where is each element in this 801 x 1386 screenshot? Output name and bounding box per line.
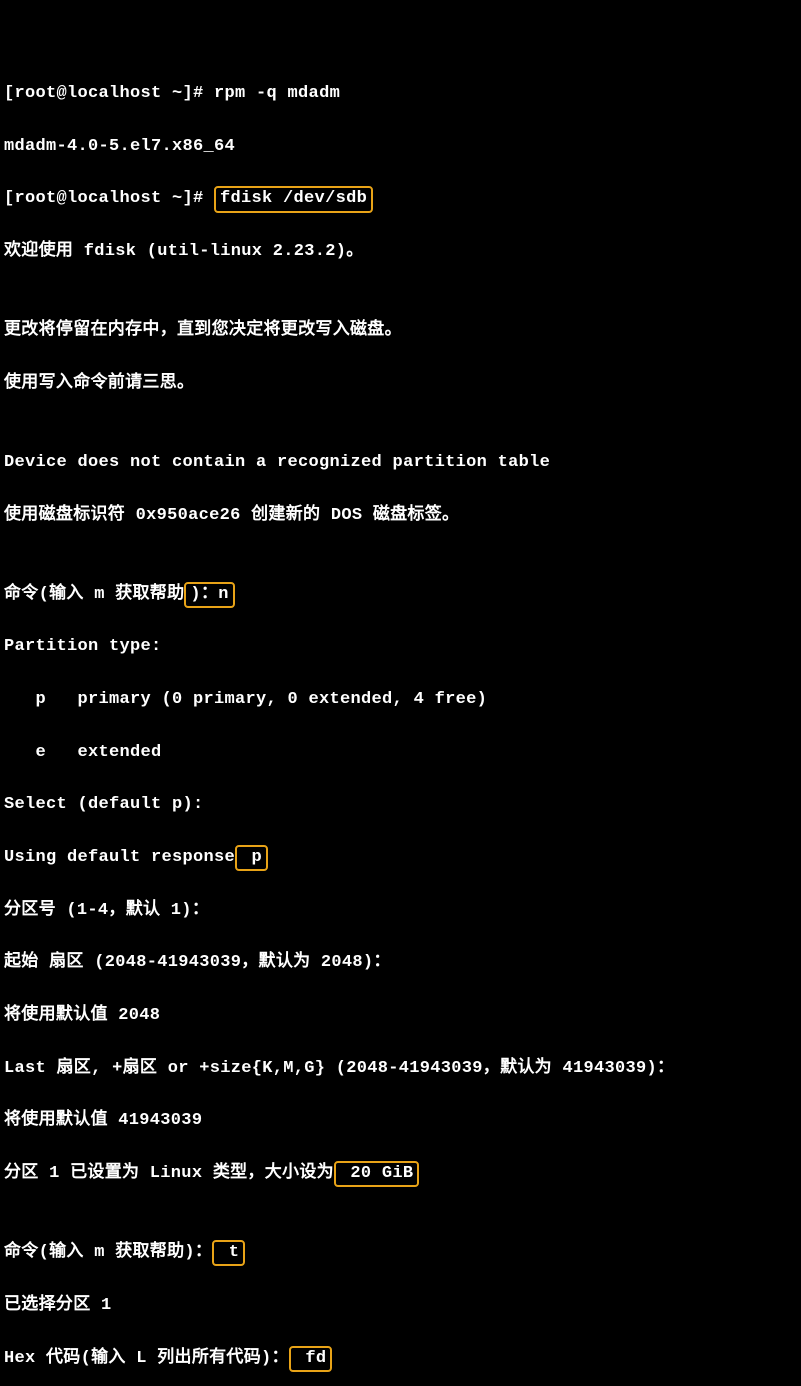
- last-sector[interactable]: Last 扇区, +扇区 or +size{K,M,G} (2048-41943…: [4, 1059, 674, 1078]
- terminal-line: Using default response p: [4, 845, 797, 871]
- prompt: [root@localhost ~]#: [4, 84, 214, 103]
- terminal-line: 命令(输入 m 获取帮助)：n: [4, 582, 797, 608]
- terminal-line: e extended: [4, 740, 797, 766]
- cmd-help-prefix: 命令(输入 m 获取帮助)：: [4, 1243, 212, 1262]
- highlight-response-p: p: [235, 845, 268, 871]
- selected-partition: 已选择分区 1: [4, 1296, 112, 1315]
- terminal-line: [root@localhost ~]# rpm -q mdadm: [4, 81, 797, 107]
- command-text: rpm -q mdadm: [214, 84, 340, 103]
- no-partition-table: Device does not contain a recognized par…: [4, 453, 550, 472]
- partition-type-label: Partition type:: [4, 637, 162, 656]
- fdisk-welcome: 欢迎使用 fdisk (util-linux 2.23.2)。: [4, 242, 364, 261]
- use-default-2048: 将使用默认值 2048: [4, 1006, 160, 1025]
- dos-label: 使用磁盘标识符 0x950ace26 创建新的 DOS 磁盘标签。: [4, 506, 459, 525]
- terminal-line: Last 扇区, +扇区 or +size{K,M,G} (2048-41943…: [4, 1056, 797, 1082]
- highlight-fdisk-cmd: fdisk /dev/sdb: [214, 186, 373, 212]
- terminal-line: Hex 代码(输入 L 列出所有代码)： fd: [4, 1346, 797, 1372]
- partition-set-prefix: 分区 1 已设置为 Linux 类型，大小设为: [4, 1164, 334, 1183]
- terminal-line: 起始 扇区 (2048-41943039，默认为 2048)：: [4, 950, 797, 976]
- terminal-line: 欢迎使用 fdisk (util-linux 2.23.2)。: [4, 239, 797, 265]
- use-default-last: 将使用默认值 41943039: [4, 1111, 202, 1130]
- terminal-line: 更改将停留在内存中，直到您决定将更改写入磁盘。: [4, 318, 797, 344]
- terminal-line: 已选择分区 1: [4, 1293, 797, 1319]
- terminal-line: Device does not contain a recognized par…: [4, 450, 797, 476]
- terminal-line: 将使用默认值 41943039: [4, 1108, 797, 1134]
- highlight-input-t[interactable]: t: [212, 1240, 245, 1266]
- select-prompt[interactable]: Select (default p):: [4, 795, 204, 814]
- terminal-line: [root@localhost ~]# fdisk /dev/sdb: [4, 186, 797, 212]
- terminal-line: 分区 1 已设置为 Linux 类型，大小设为 20 GiB: [4, 1161, 797, 1187]
- fdisk-warn1: 更改将停留在内存中，直到您决定将更改写入磁盘。: [4, 321, 402, 340]
- highlight-input-fd[interactable]: fd: [289, 1346, 333, 1372]
- terminal-line: Partition type:: [4, 634, 797, 660]
- using-default-prefix: Using default response: [4, 848, 235, 867]
- rpm-output: mdadm-4.0-5.el7.x86_64: [4, 137, 235, 156]
- cmd-help-prefix: 命令(输入 m 获取帮助: [4, 585, 184, 604]
- terminal-line: 使用磁盘标识符 0x950ace26 创建新的 DOS 磁盘标签。: [4, 503, 797, 529]
- fdisk-warn2: 使用写入命令前请三思。: [4, 374, 194, 393]
- highlight-size-20gib: 20 GiB: [334, 1161, 420, 1187]
- highlight-input-n[interactable]: )：n: [184, 582, 234, 608]
- terminal-line: p primary (0 primary, 0 extended, 4 free…: [4, 687, 797, 713]
- terminal-line: Select (default p):: [4, 792, 797, 818]
- terminal-line: 将使用默认值 2048: [4, 1003, 797, 1029]
- terminal-line: 命令(输入 m 获取帮助)： t: [4, 1240, 797, 1266]
- first-sector[interactable]: 起始 扇区 (2048-41943039，默认为 2048)：: [4, 953, 391, 972]
- terminal-line: mdadm-4.0-5.el7.x86_64: [4, 134, 797, 160]
- terminal-line: 使用写入命令前请三思。: [4, 371, 797, 397]
- hex-code-prefix: Hex 代码(输入 L 列出所有代码)：: [4, 1349, 289, 1368]
- prompt: [root@localhost ~]#: [4, 189, 214, 208]
- option-extended: e extended: [4, 743, 162, 762]
- terminal-line: 分区号 (1-4，默认 1)：: [4, 898, 797, 924]
- partition-number[interactable]: 分区号 (1-4，默认 1)：: [4, 901, 209, 920]
